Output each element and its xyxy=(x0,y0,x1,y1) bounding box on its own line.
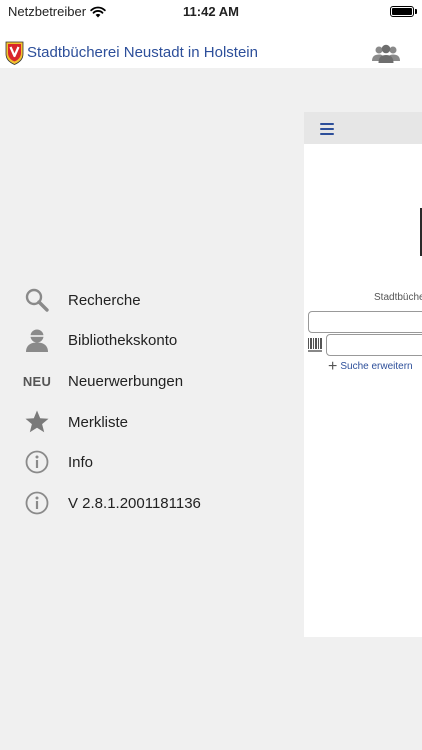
star-icon xyxy=(22,407,52,437)
menu-item-merkliste[interactable]: Merkliste xyxy=(0,404,300,440)
search-icon xyxy=(22,285,52,315)
menu-label-bibliothekskonto: Bibliothekskonto xyxy=(68,331,178,349)
users-icon[interactable] xyxy=(372,42,400,64)
menu-label-merkliste: Merkliste xyxy=(68,413,129,431)
neu-icon: NEU xyxy=(22,366,52,396)
library-name: Stadtbüche xyxy=(374,292,422,303)
town-crest-icon xyxy=(5,41,24,65)
plus-icon: + xyxy=(328,357,338,375)
barcode-input[interactable] xyxy=(326,334,422,356)
menu-item-neuerwerbungen[interactable]: NEU Neuerwerbungen xyxy=(0,363,300,399)
info-icon xyxy=(22,488,52,518)
info-icon xyxy=(22,447,52,477)
status-time: 11:42 AM xyxy=(183,4,239,19)
search-input[interactable] xyxy=(308,311,422,333)
app-title: Stadtbücherei Neustadt in Holstein xyxy=(27,44,258,61)
barcode-icon[interactable] xyxy=(307,337,324,353)
extend-search-link[interactable]: + Suche erweitern xyxy=(328,357,413,375)
status-bar: Netzbetreiber 11:42 AM xyxy=(0,0,422,24)
menu-item-info[interactable]: Info xyxy=(0,444,300,480)
menu-item-version[interactable]: V 2.8.1.2001181136 xyxy=(0,485,300,521)
menu-item-recherche[interactable]: Recherche xyxy=(0,282,300,318)
menu-label-version: V 2.8.1.2001181136 xyxy=(68,494,201,512)
battery-icon xyxy=(390,6,417,17)
search-panel: Stadtbüche + Suche erweitern xyxy=(304,144,422,637)
extend-search-label: Suche erweitern xyxy=(340,361,413,372)
menu-label-neuerwerbungen: Neuerwerbungen xyxy=(68,372,184,390)
panel-toolbar xyxy=(304,112,422,144)
app-header: Stadtbücherei Neustadt in Holstein xyxy=(0,24,422,68)
menu-label-recherche: Recherche xyxy=(68,291,141,309)
menu-label-info: Info xyxy=(68,453,94,471)
menu-item-bibliothekskonto[interactable]: Bibliothekskonto xyxy=(0,322,300,358)
neu-icon-text: NEU xyxy=(22,373,52,389)
hamburger-menu-icon[interactable] xyxy=(320,123,334,135)
user-icon xyxy=(22,325,52,355)
